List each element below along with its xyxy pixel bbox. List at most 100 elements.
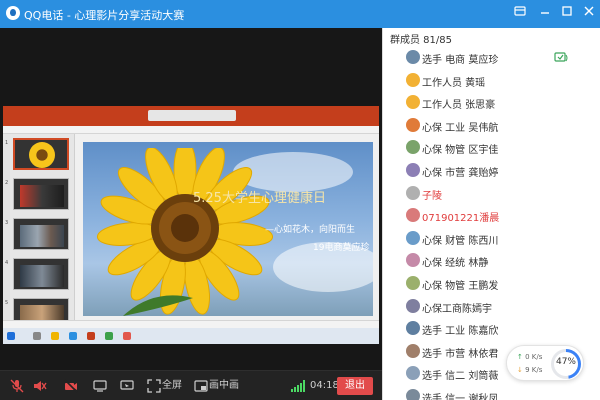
thumb-number: 3 [5, 220, 9, 226]
thumb-number: 5 [5, 300, 9, 306]
member-avatar [406, 276, 420, 290]
skin-icon[interactable] [511, 4, 529, 22]
start-icon [7, 332, 15, 340]
mic-muted-icon[interactable] [10, 379, 24, 393]
member-avatar [406, 50, 420, 64]
member-avatar [406, 72, 420, 87]
thumb-number: 4 [5, 260, 9, 266]
slide-thumbnail [13, 138, 69, 170]
qq-call-window: QQ电话 - 心理影片分享活动大赛 1 2 3 4 5 5.25大学生心理健康日… [0, 0, 600, 400]
call-control-bar: 全屏 画中画 04:18 退出 [0, 370, 382, 400]
member-avatar [406, 208, 420, 223]
member-item[interactable]: 心保 物管 区宇佳 [383, 137, 600, 159]
member-item[interactable]: 子陵 [383, 183, 600, 205]
member-item[interactable]: 心保 经统 林静 [383, 250, 600, 272]
member-item[interactable]: 071901221潘晨 [383, 205, 600, 227]
qq-logo-icon [6, 6, 20, 20]
member-item[interactable]: 工作人员 黄瑶 [383, 70, 600, 92]
screen-share-icon[interactable] [93, 379, 107, 393]
member-item[interactable]: 心保 工业 吴伟航 [383, 115, 600, 137]
taskbar-app-icon [33, 332, 41, 340]
member-name: 选手 市营 林依君 [422, 348, 499, 360]
member-avatar [406, 117, 420, 132]
call-duration: 04:18 [310, 380, 339, 391]
member-name: 子陵 [422, 190, 442, 202]
member-name: 心保工商陈嫣宇 [422, 303, 492, 315]
member-name: 工作人员 张思豪 [422, 100, 496, 112]
member-name: 心保 工业 吴伟航 [422, 122, 499, 134]
member-item[interactable]: 心保 市营 龚贻婷 [383, 160, 600, 182]
taskbar-app-icon [51, 332, 59, 340]
member-item[interactable]: 心保工商陈嫣宇 [383, 296, 600, 318]
taskbar-app-icon [123, 332, 131, 340]
usage-percent: 47% [555, 357, 576, 367]
member-avatar [406, 253, 420, 268]
slide-thumbnail-pane: 1 2 3 4 5 [3, 134, 75, 330]
camera-off-icon[interactable] [64, 379, 78, 393]
shared-screen-area[interactable]: 1 2 3 4 5 5.25大学生心理健康日 —心如花木，向阳而生 19电商莫应… [0, 28, 382, 370]
member-item[interactable]: 选手 信一 谢秋凤 [383, 386, 600, 400]
exit-call-button[interactable]: 退出 [337, 377, 373, 395]
shared-screen: 1 2 3 4 5 5.25大学生心理健康日 —心如花木，向阳而生 19电商莫应… [3, 106, 379, 344]
slide-author: 19电商莫应珍 [313, 243, 370, 253]
fullscreen-button[interactable]: 全屏 [162, 378, 182, 394]
ppt-ribbon [3, 126, 379, 134]
member-name: 心保 物管 区宇佳 [422, 145, 499, 157]
maximize-icon[interactable] [558, 4, 576, 22]
network-status-widget[interactable]: ↑ 0 K/s ↓ 9 K/s 47% [506, 345, 584, 381]
minimize-icon[interactable] [536, 4, 554, 22]
member-avatar [406, 366, 420, 381]
taskbar-app-icon [105, 332, 113, 340]
upload-rate: ↑ 0 K/s [517, 353, 543, 361]
thumb-number: 2 [5, 180, 9, 186]
slide-thumbnail [13, 218, 69, 250]
slide-subtitle: —心如花木，向阳而生 [265, 225, 356, 235]
remote-assist-icon[interactable] [120, 379, 134, 393]
member-count-header: 群成员 81/85 [390, 35, 452, 46]
member-name: 心保 市营 龚贻婷 [422, 168, 499, 179]
member-name: 选手 工业 陈嘉欣 [422, 326, 499, 338]
ppt-status-bar [3, 320, 379, 328]
download-rate: ↓ 9 K/s [517, 366, 543, 374]
member-name: 选手 电商 莫应珍 [422, 55, 499, 66]
member-name: 071901221潘晨 [422, 213, 500, 225]
member-name: 选手 信二 刘筒薇 [422, 371, 499, 383]
speaker-muted-icon[interactable] [33, 379, 47, 393]
member-item[interactable]: 心保 物管 王鹏发 [383, 273, 600, 295]
ppt-doc-title [148, 110, 236, 121]
screen-sharing-indicator-icon [554, 52, 568, 62]
title-bar: QQ电话 - 心理影片分享活动大赛 [0, 0, 600, 28]
fullscreen-icon[interactable] [147, 379, 161, 393]
slide-thumbnail [13, 178, 69, 210]
window-title: QQ电话 - 心理影片分享活动大赛 [24, 9, 185, 22]
member-avatar [406, 185, 420, 200]
member-avatar [406, 230, 420, 245]
member-name: 心保 经统 林静 [422, 258, 489, 270]
member-name: 心保 物管 王鹏发 [422, 281, 499, 292]
taskbar-app-icon [87, 332, 95, 340]
member-avatar [406, 343, 420, 358]
member-avatar [406, 163, 420, 177]
sunflower-image [96, 148, 273, 316]
thumb-number: 1 [5, 140, 9, 146]
member-name: 选手 信一 谢秋凤 [422, 394, 499, 400]
member-avatar [406, 298, 420, 313]
member-item[interactable]: 工作人员 张思豪 [383, 92, 600, 114]
slide-title: 5.25大学生心理健康日 [193, 191, 326, 206]
windows-taskbar [3, 328, 379, 344]
member-item[interactable]: 选手 工业 陈嘉欣 [383, 318, 600, 340]
member-avatar [406, 95, 420, 110]
current-slide: 5.25大学生心理健康日 —心如花木，向阳而生 19电商莫应珍 [83, 142, 373, 316]
member-avatar [406, 321, 420, 336]
member-item[interactable]: 心保 财管 陈西川 [383, 228, 600, 250]
member-avatar [406, 389, 420, 400]
member-avatar [406, 140, 420, 155]
taskbar-app-icon [69, 332, 77, 340]
slide-thumbnail [13, 258, 69, 290]
close-icon[interactable] [580, 4, 598, 22]
picture-in-picture-icon[interactable] [194, 379, 208, 393]
signal-strength-icon [291, 380, 305, 392]
picture-in-picture-button[interactable]: 画中画 [209, 378, 239, 394]
member-name: 工作人员 黄瑶 [422, 77, 486, 89]
member-name: 心保 财管 陈西川 [422, 235, 499, 247]
